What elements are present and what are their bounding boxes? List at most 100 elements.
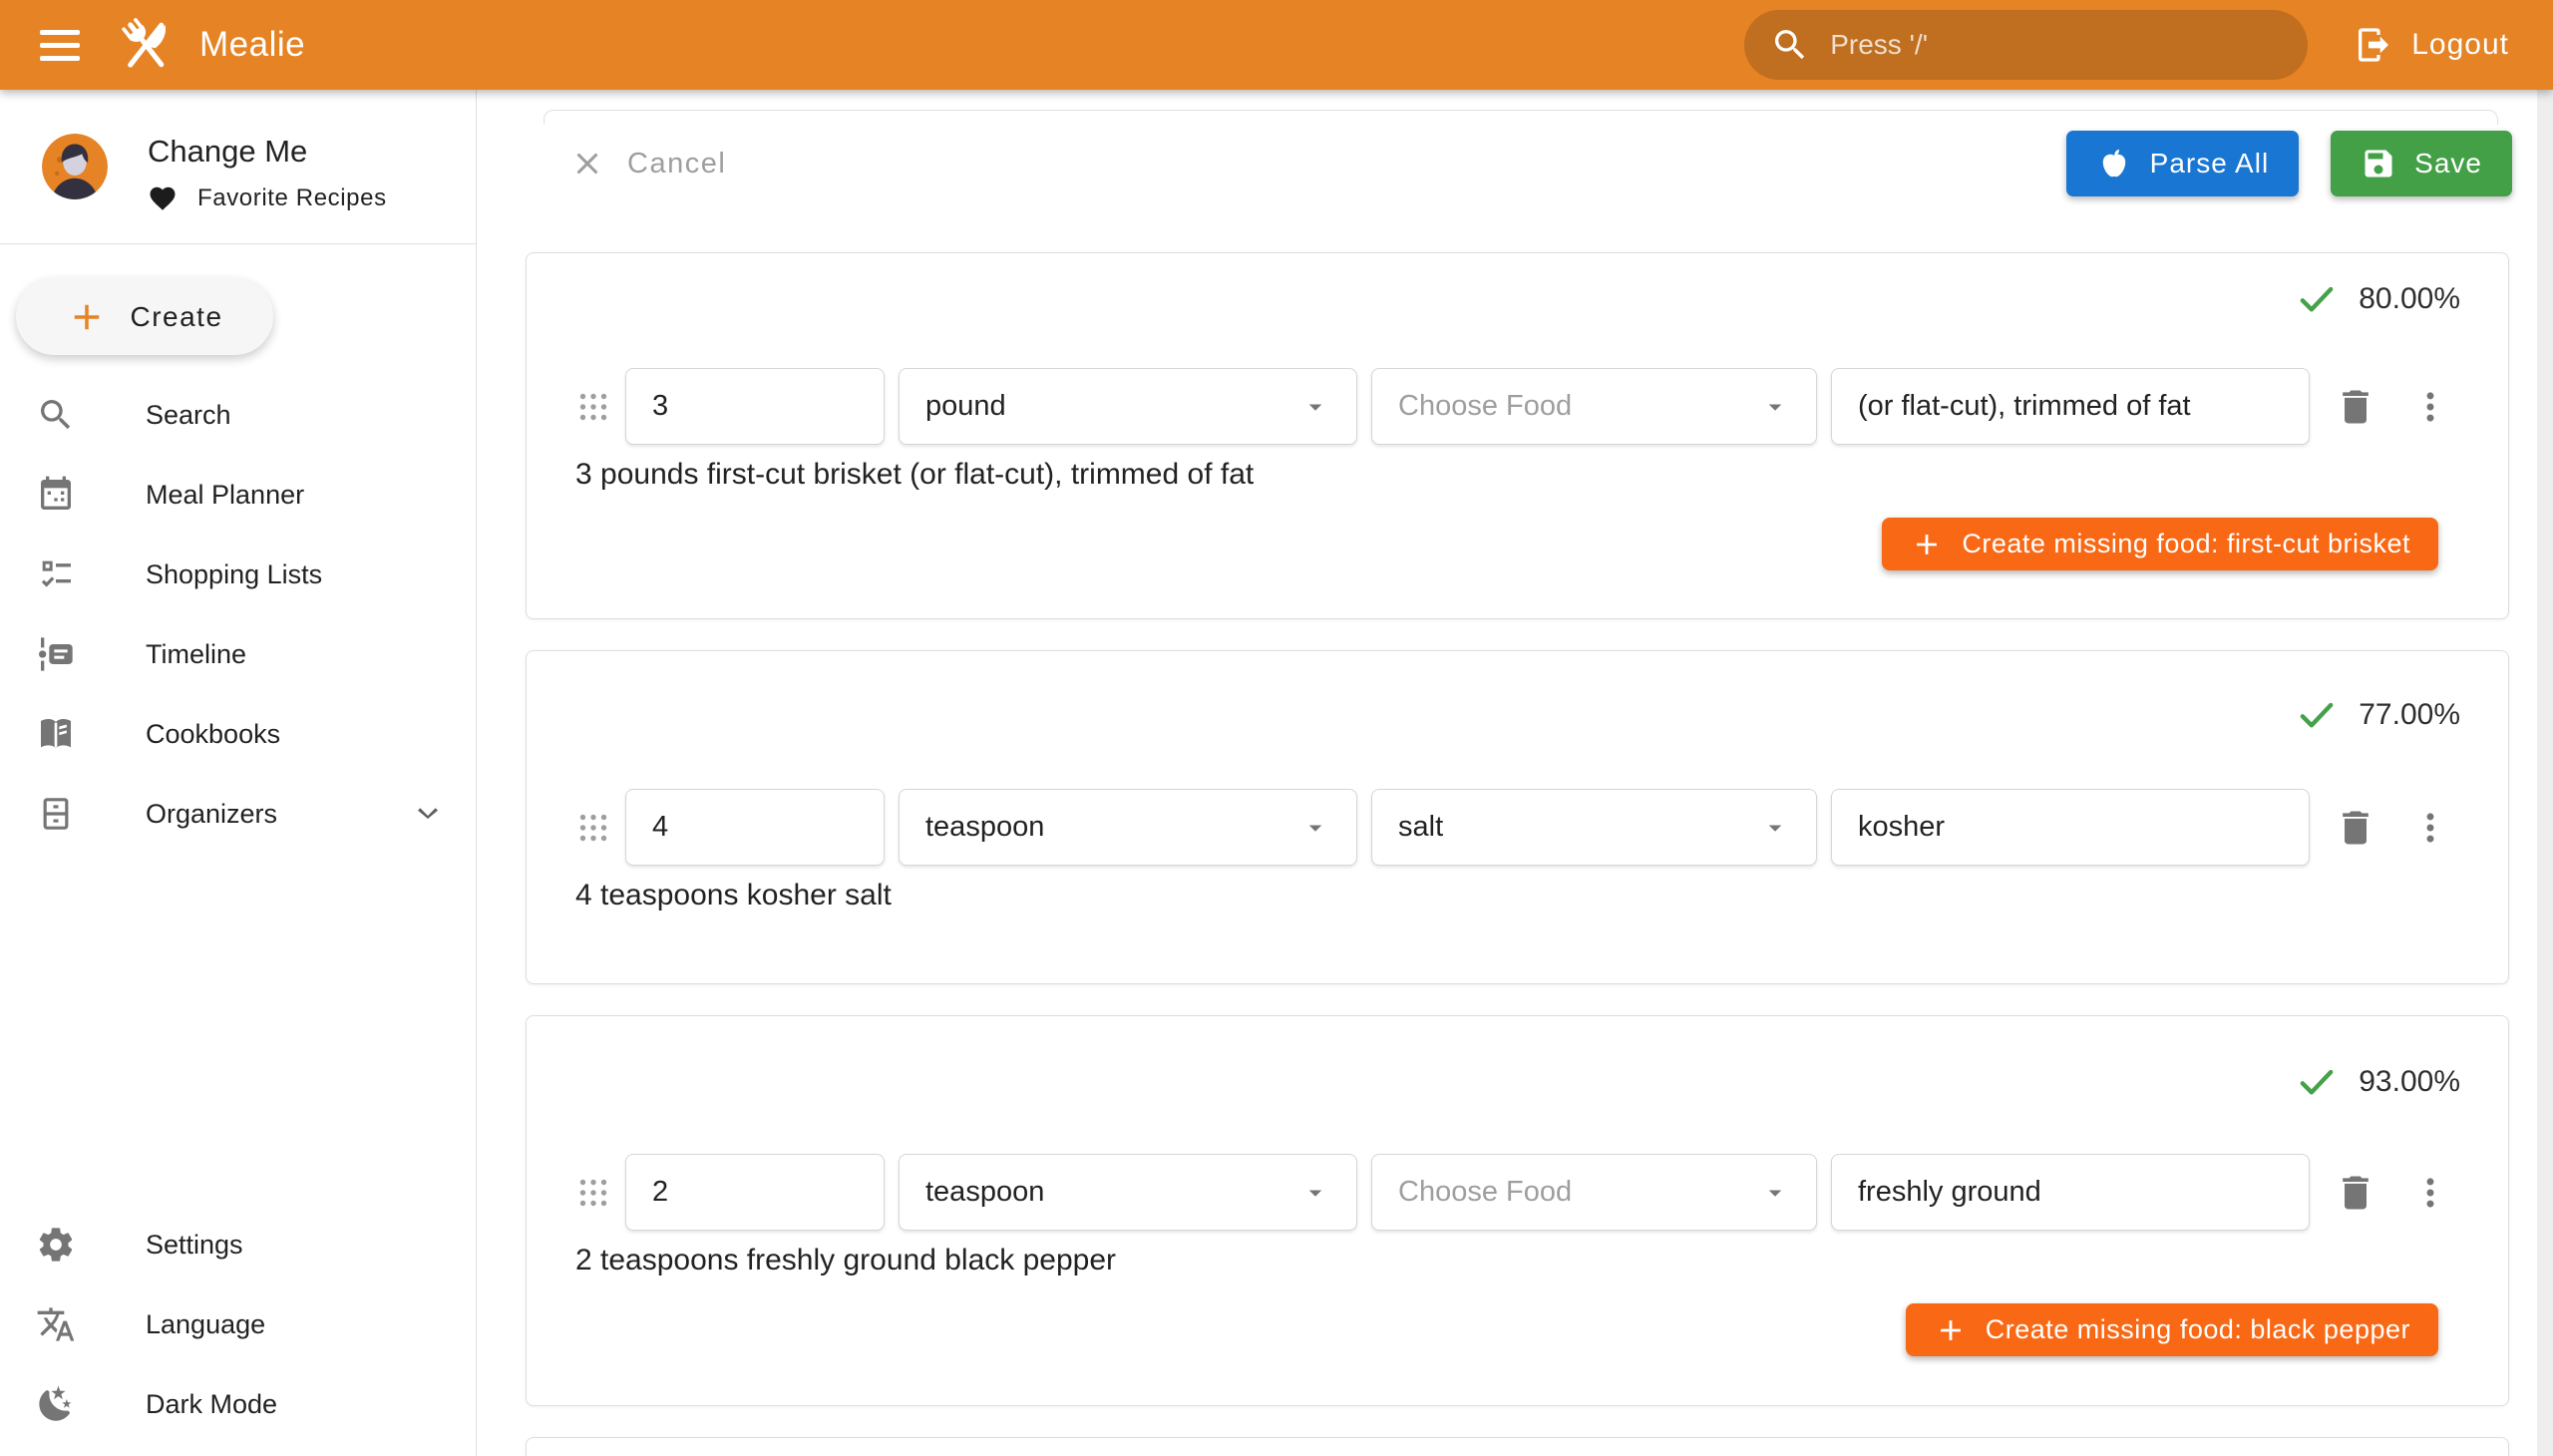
note-input[interactable] xyxy=(1831,1154,2310,1231)
save-button[interactable]: Save xyxy=(2331,131,2512,196)
delete-button[interactable] xyxy=(2334,806,2377,850)
sidebar-item-meal-planner[interactable]: Meal Planner xyxy=(0,455,476,535)
confidence-value: 80.00% xyxy=(2359,282,2460,316)
global-search[interactable] xyxy=(1744,10,2308,80)
delete-button[interactable] xyxy=(2334,385,2377,429)
drag-handle-icon[interactable] xyxy=(575,808,611,848)
hamburger-menu-icon[interactable] xyxy=(30,17,90,73)
search-icon xyxy=(36,395,76,435)
sidebar-item-organizers[interactable]: Organizers xyxy=(0,774,476,854)
plus-icon xyxy=(1934,1313,1968,1347)
main-content: Cancel Parse All Save 80.00% pound xyxy=(478,90,2553,1456)
translate-icon xyxy=(36,1304,76,1344)
unit-select[interactable]: teaspoon xyxy=(899,789,1357,866)
drag-handle-icon[interactable] xyxy=(575,387,611,427)
trash-icon xyxy=(2334,1171,2377,1215)
dropdown-arrow-icon xyxy=(1760,813,1790,843)
scrollbar[interactable] xyxy=(2537,90,2553,1456)
heart-icon xyxy=(148,183,178,213)
logout-icon xyxy=(2354,25,2393,65)
sidebar-item-settings[interactable]: Settings xyxy=(0,1205,476,1284)
quantity-input[interactable] xyxy=(625,368,885,445)
gear-icon xyxy=(36,1225,76,1265)
close-icon xyxy=(569,146,605,182)
create-missing-food-button[interactable]: Create missing food: first-cut brisket xyxy=(1882,518,2438,570)
more-options-button[interactable] xyxy=(2411,1174,2449,1212)
delete-button[interactable] xyxy=(2334,1171,2377,1215)
original-ingredient-text: 4 teaspoons kosher salt xyxy=(575,879,892,912)
chevron-down-icon xyxy=(408,794,448,834)
ingredient-card xyxy=(526,1437,2509,1456)
user-name: Change Me xyxy=(148,134,387,170)
sidebar-item-search[interactable]: Search xyxy=(0,375,476,455)
mealie-logo-icon xyxy=(112,11,180,79)
check-icon xyxy=(2297,1062,2337,1102)
check-icon xyxy=(2297,695,2337,735)
ingredient-card: 80.00% pound Choose Food xyxy=(526,252,2509,619)
book-icon xyxy=(36,714,76,754)
favorite-recipes-link[interactable]: Favorite Recipes xyxy=(148,183,387,213)
save-icon xyxy=(2361,146,2396,182)
confidence-indicator: 77.00% xyxy=(2297,695,2460,735)
organizer-icon xyxy=(36,794,76,834)
more-options-button[interactable] xyxy=(2411,388,2449,426)
ingredient-fields-row: teaspoon Choose Food xyxy=(575,1154,2459,1231)
dropdown-arrow-icon xyxy=(1300,1178,1330,1208)
dropdown-arrow-icon xyxy=(1300,813,1330,843)
logout-button[interactable]: Logout xyxy=(2348,24,2515,66)
quantity-input[interactable] xyxy=(625,789,885,866)
moon-icon xyxy=(36,1384,76,1424)
sidebar-menu: Search Meal Planner Shopping Lists Timel… xyxy=(0,375,476,854)
app-title: Mealie xyxy=(199,25,305,65)
check-icon xyxy=(2297,279,2337,319)
plus-icon xyxy=(66,296,108,338)
sidebar-item-timeline[interactable]: Timeline xyxy=(0,614,476,694)
note-input[interactable] xyxy=(1831,368,2310,445)
more-options-button[interactable] xyxy=(2411,809,2449,847)
sidebar-item-language[interactable]: Language xyxy=(0,1284,476,1364)
create-label: Create xyxy=(130,301,222,333)
avatar[interactable] xyxy=(42,134,108,199)
drag-handle-icon[interactable] xyxy=(575,1173,611,1213)
cancel-button[interactable]: Cancel xyxy=(563,145,732,182)
calendar-icon xyxy=(36,475,76,515)
create-missing-food-button[interactable]: Create missing food: black pepper xyxy=(1906,1303,2438,1356)
sidebar-item-shopping-lists[interactable]: Shopping Lists xyxy=(0,535,476,614)
parse-all-button[interactable]: Parse All xyxy=(2066,131,2300,196)
sidebar-item-cookbooks[interactable]: Cookbooks xyxy=(0,694,476,774)
sidebar-footer: Settings Language Dark Mode xyxy=(0,1205,476,1444)
dropdown-arrow-icon xyxy=(1760,392,1790,422)
search-input[interactable] xyxy=(1828,28,2282,62)
content-top-rule xyxy=(544,110,2498,125)
favorite-recipes-label: Favorite Recipes xyxy=(197,184,387,212)
timeline-icon xyxy=(36,634,76,674)
note-input[interactable] xyxy=(1831,789,2310,866)
create-button[interactable]: Create xyxy=(16,278,273,355)
kebab-menu-icon xyxy=(2411,1174,2449,1212)
ingredient-fields-row: teaspoon salt xyxy=(575,789,2459,866)
logout-label: Logout xyxy=(2411,28,2509,62)
unit-select[interactable]: pound xyxy=(899,368,1357,445)
apple-icon xyxy=(2096,146,2132,182)
sidebar-item-dark-mode[interactable]: Dark Mode xyxy=(0,1364,476,1444)
food-select[interactable]: Choose Food xyxy=(1371,368,1817,445)
quantity-input[interactable] xyxy=(625,1154,885,1231)
checklist-icon xyxy=(36,554,76,594)
ingredient-card: 93.00% teaspoon Choose Food xyxy=(526,1015,2509,1406)
search-icon xyxy=(1770,25,1810,65)
trash-icon xyxy=(2334,806,2377,850)
confidence-indicator: 80.00% xyxy=(2297,279,2460,319)
unit-select[interactable]: teaspoon xyxy=(899,1154,1357,1231)
food-select[interactable]: salt xyxy=(1371,789,1817,866)
confidence-indicator: 93.00% xyxy=(2297,1062,2460,1102)
dropdown-arrow-icon xyxy=(1760,1178,1790,1208)
ingredient-card: 77.00% teaspoon salt xyxy=(526,650,2509,984)
sidebar-divider xyxy=(0,243,476,244)
user-block: Change Me Favorite Recipes xyxy=(0,90,476,213)
ingredient-list: 80.00% pound Choose Food xyxy=(526,252,2509,1456)
confidence-value: 77.00% xyxy=(2359,698,2460,732)
kebab-menu-icon xyxy=(2411,388,2449,426)
food-select[interactable]: Choose Food xyxy=(1371,1154,1817,1231)
ingredient-fields-row: pound Choose Food xyxy=(575,368,2459,445)
app-bar: Mealie Logout xyxy=(0,0,2553,90)
